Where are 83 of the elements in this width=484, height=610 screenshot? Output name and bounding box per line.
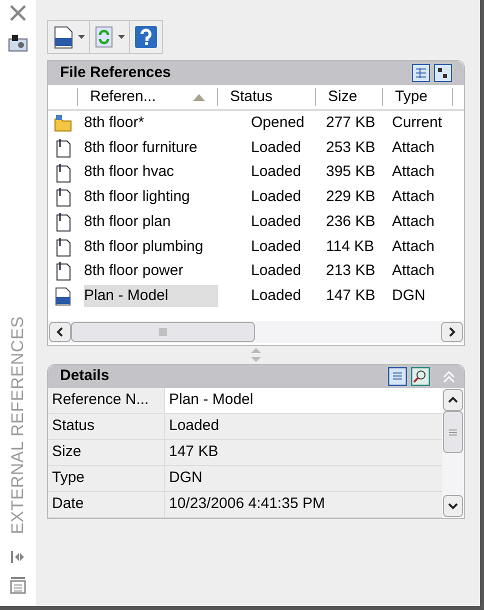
table-cell-text: Attach [391,236,436,257]
column-header[interactable]: Referen... [78,88,218,106]
details-view-icon[interactable] [388,367,407,386]
table-cell-text: 236 KB [325,212,376,232]
preview-icon[interactable] [411,367,430,386]
reference-name[interactable]: 8th floor hvac [84,161,218,184]
horizontal-scrollbar[interactable] [48,321,464,343]
table-cell-text: Loaded [250,286,302,306]
reference-name[interactable]: 8th floor power [84,260,218,283]
table-cell-text: Opened [250,113,306,134]
chevron-left-icon [56,327,64,337]
splitter-handle-icon[interactable] [251,348,261,362]
reference-name[interactable]: 8th floor plumbing [84,236,218,258]
table-cell-text: Current [391,113,444,134]
chevron-down-icon [448,502,458,510]
grip-icon [449,428,457,436]
table-cell-text: DGN [391,286,426,306]
table-cell-text: Attach [391,212,436,232]
table-cell-text: Attach [391,162,436,182]
document-clip-icon [54,162,72,183]
table-cell-text: Attach [391,138,436,158]
table-cell-text: 229 KB [325,187,376,208]
scroll-thumb[interactable] [71,322,255,342]
reference-name[interactable]: 8th floor plan [84,210,218,234]
folder-icon [54,114,72,132]
sort-arrow-icon [193,94,205,100]
property-label: Status [48,414,165,439]
scroll-right-button[interactable] [441,322,463,342]
resize-arrows-icon[interactable] [10,550,26,564]
panel-title: File References [60,62,171,83]
table-cell-text: Loaded [250,261,302,282]
grip-icon [159,328,167,336]
scroll-down-button[interactable] [443,495,463,517]
table-cell-text: Attach [391,187,436,208]
list-view-icon[interactable] [412,64,430,82]
help-icon [134,25,158,49]
chevron-right-icon [448,327,456,337]
properties-icon[interactable] [10,576,26,594]
reference-name[interactable]: 8th floor* [84,112,218,135]
column-header[interactable]: Type [383,88,453,106]
table-cell-text: 395 KB [325,162,376,182]
scroll-left-button[interactable] [49,322,71,342]
close-icon[interactable] [9,4,27,22]
document-clip-icon [54,236,72,257]
palette-title: EXTERNAL REFERENCES [7,316,28,534]
scroll-thumb[interactable] [443,411,463,453]
table-cell-text: Attach [391,261,436,282]
document-clip-icon [54,212,72,232]
scroll-up-button[interactable] [443,389,463,411]
property-value[interactable]: DGN [165,466,442,491]
property-value[interactable]: Plan - Model [165,388,442,413]
caret-icon [78,35,85,39]
table-cell-text: 277 KB [325,113,376,134]
column-header[interactable]: Status [218,88,316,106]
dgn-file-icon [52,24,74,50]
vertical-scrollbar[interactable] [442,388,464,518]
table-cell-text: Loaded [250,162,302,182]
panel-title: Details [60,366,110,386]
document-clip-icon [54,261,72,282]
reference-name[interactable]: 8th floor lighting [84,186,218,209]
property-label: Size [48,440,165,465]
reference-name[interactable]: Plan - Model [84,284,218,308]
dgn-file-icon [53,286,73,306]
property-value[interactable]: 147 KB [165,440,442,465]
table-cell-text: Loaded [250,187,302,208]
table-cell-text: Loaded [250,138,302,158]
table-cell-text: 253 KB [325,138,376,158]
property-label: Date [48,492,165,517]
table-cell-text: Loaded [250,236,302,257]
property-value[interactable]: 10/23/2006 4:41:35 PM [165,492,442,517]
table-cell-text: 147 KB [325,286,376,306]
table-cell-text: 114 KB [325,236,376,257]
table-cell-text: 213 KB [325,261,376,282]
column-header[interactable]: Size [316,88,383,106]
refresh-icon [94,26,114,48]
document-clip-icon [54,187,72,208]
property-value[interactable]: Loaded [165,414,442,439]
caret-icon [118,35,125,39]
property-label: Type [48,466,165,491]
document-clip-icon [54,138,72,158]
chevron-up-icon [448,396,458,404]
table-cell-text: Loaded [250,212,302,232]
reference-name[interactable]: 8th floor furniture [84,136,218,160]
